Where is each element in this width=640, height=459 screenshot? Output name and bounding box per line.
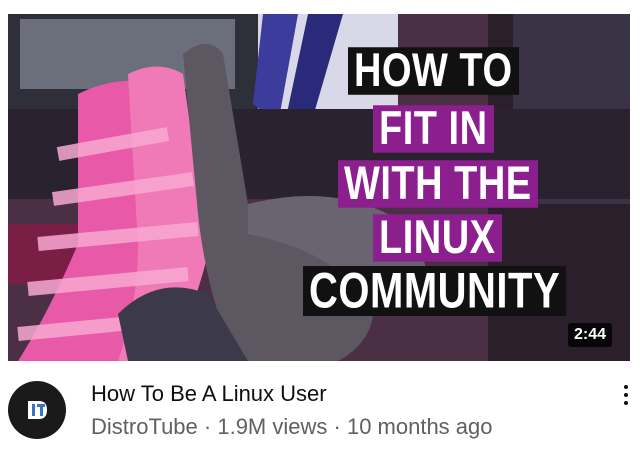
distrotube-logo-icon: [22, 395, 52, 425]
thumb-title-line-4: LINUX: [373, 214, 502, 262]
video-title[interactable]: How To Be A Linux User: [91, 381, 327, 407]
thumb-title-line-5: COMMUNITY: [303, 266, 567, 316]
video-thumbnail[interactable]: HOW TO FIT IN WITH THE LINUX COMMUNITY 2…: [8, 14, 630, 361]
meta-separator: ·: [197, 414, 218, 439]
video-metadata: DistroTube · 1.9M views · 10 months ago: [91, 414, 493, 440]
thumb-title-line-3: WITH THE: [338, 160, 538, 208]
channel-name[interactable]: DistroTube: [91, 414, 198, 439]
channel-avatar[interactable]: [8, 381, 66, 439]
thumb-title-line-2: FIT IN: [373, 105, 494, 153]
thumb-title-line-1: HOW TO: [348, 47, 519, 95]
video-duration-badge: 2:44: [567, 323, 612, 347]
meta-separator-2: ·: [327, 414, 347, 439]
view-count: 1.9M views: [217, 414, 328, 439]
thumbnail-title-overlay: HOW TO FIT IN WITH THE LINUX COMMUNITY: [8, 14, 630, 361]
upload-age: 10 months ago: [346, 414, 493, 439]
more-vert-icon[interactable]: [622, 385, 630, 411]
